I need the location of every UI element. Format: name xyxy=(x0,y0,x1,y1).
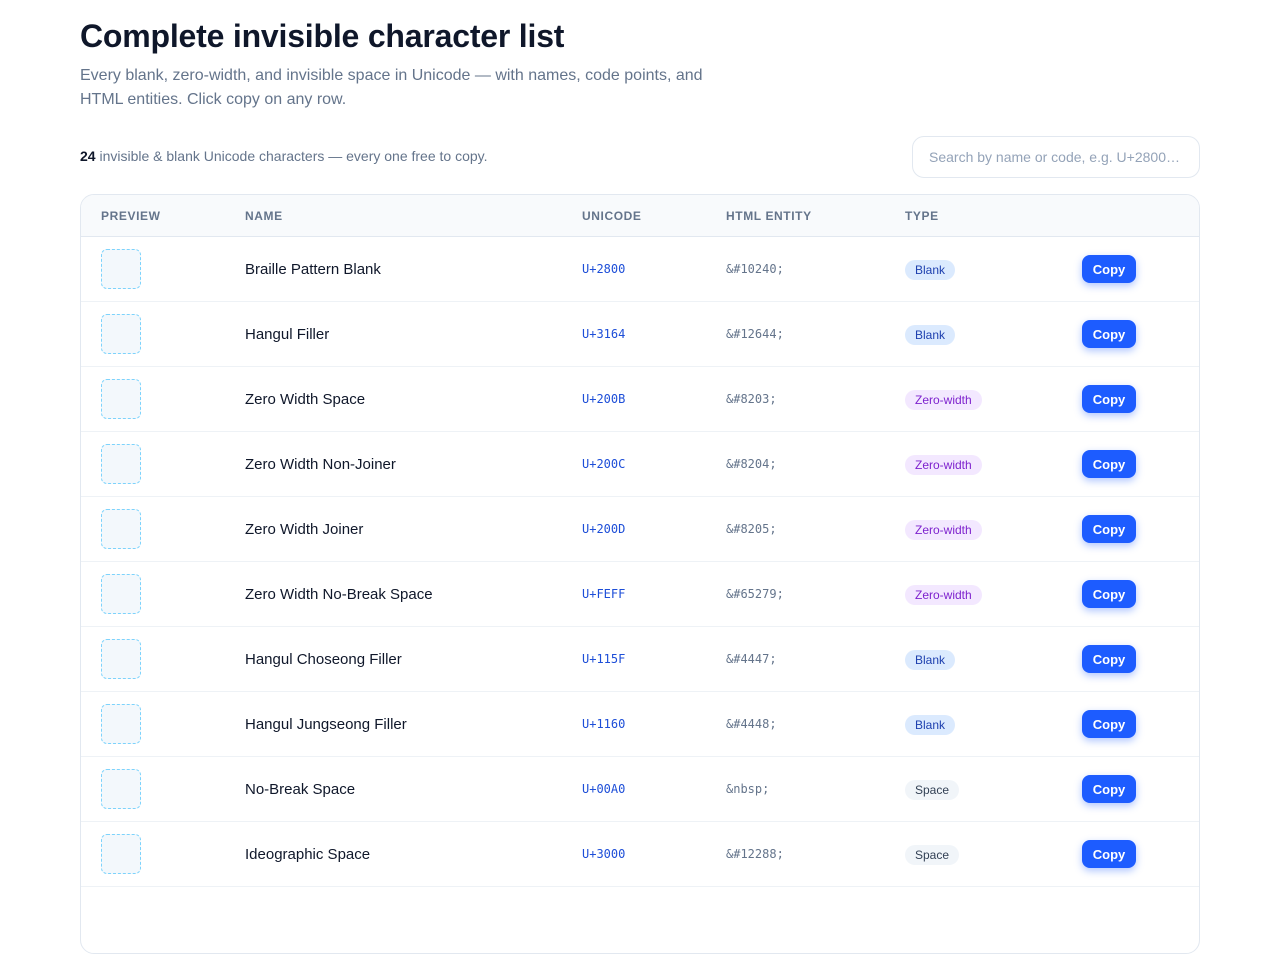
html-entity: &#10240; xyxy=(726,262,784,276)
html-entity: &#65279; xyxy=(726,587,784,601)
count-number: 24 xyxy=(80,148,96,164)
copy-button[interactable]: Copy xyxy=(1082,385,1136,413)
character-preview xyxy=(101,574,141,614)
table-body: Braille Pattern Blank U+2800 &#10240; Blank… xyxy=(81,237,1199,887)
unicode-code-point: U+200C xyxy=(582,457,626,471)
html-entity: &#12288; xyxy=(726,847,784,861)
column-header-type: Type xyxy=(905,209,939,223)
column-header-html-entity: HTML Entity xyxy=(726,209,812,223)
character-name: Ideographic Space xyxy=(245,846,371,863)
character-preview xyxy=(101,704,141,744)
type-badge: Zero-width xyxy=(905,585,982,605)
column-header-preview: Preview xyxy=(101,209,161,223)
column-header-name: Name xyxy=(245,209,283,223)
type-badge: Zero-width xyxy=(905,390,982,410)
table-row: Zero Width Joiner U+200D &#8205; Zero-width… xyxy=(81,497,1199,562)
html-entity: &#8203; xyxy=(726,392,777,406)
character-table: Preview Name Unicode HTML Entity Type Br… xyxy=(80,194,1200,954)
type-badge: Space xyxy=(905,780,960,800)
type-badge: Blank xyxy=(905,260,956,280)
html-entity: &#12644; xyxy=(726,327,784,341)
unicode-code-point: U+3164 xyxy=(582,327,626,341)
unicode-code-point: U+115F xyxy=(582,652,626,666)
html-entity: &#8205; xyxy=(726,522,777,536)
page-subtitle: Every blank, zero-width, and invisible s… xyxy=(80,67,703,108)
copy-button[interactable]: Copy xyxy=(1082,710,1136,738)
html-entity: &#4447; xyxy=(726,652,777,666)
unicode-code-point: U+200D xyxy=(582,522,626,536)
unicode-code-point: U+00A0 xyxy=(582,782,626,796)
table-row: No-Break Space U+00A0 &nbsp; Space Copy xyxy=(81,757,1199,822)
copy-button[interactable]: Copy xyxy=(1082,515,1136,543)
table-row: Hangul Jungseong Filler U+1160 &#4448; Blan… xyxy=(81,692,1199,757)
character-name: Zero Width Space xyxy=(245,391,366,408)
table-row: Hangul Choseong Filler U+115F &#4447; Blank… xyxy=(81,627,1199,692)
type-badge: Zero-width xyxy=(905,520,982,540)
character-name: No-Break Space xyxy=(245,781,356,798)
character-preview xyxy=(101,769,141,809)
table-row: Ideographic Space U+3000 &#12288; Space Copy xyxy=(81,822,1199,887)
copy-button[interactable]: Copy xyxy=(1082,580,1136,608)
search-input[interactable] xyxy=(912,136,1200,178)
table-header: Preview Name Unicode HTML Entity Type xyxy=(81,195,1199,237)
copy-button[interactable]: Copy xyxy=(1082,255,1136,283)
unicode-code-point: U+200B xyxy=(582,392,626,406)
table-row: Zero Width Space U+200B &#8203; Zero-width C… xyxy=(81,367,1199,432)
table-row: Zero Width No-Break Space U+FEFF &#65279; Z… xyxy=(81,562,1199,627)
character-name: Zero Width Joiner xyxy=(245,521,364,538)
type-badge: Zero-width xyxy=(905,455,982,475)
copy-button[interactable]: Copy xyxy=(1082,645,1136,673)
character-count: 24 invisible & blank Unicode characters … xyxy=(80,148,488,164)
copy-button[interactable]: Copy xyxy=(1082,775,1136,803)
type-badge: Blank xyxy=(905,650,956,670)
character-preview xyxy=(101,379,141,419)
copy-button[interactable]: Copy xyxy=(1082,840,1136,868)
character-preview xyxy=(101,249,141,289)
type-badge: Space xyxy=(905,845,960,865)
table-row: Zero Width Non-Joiner U+200C &#8204; Zero-w… xyxy=(81,432,1199,497)
character-preview xyxy=(101,444,141,484)
character-name: Zero Width No-Break Space xyxy=(245,586,433,603)
character-preview xyxy=(101,314,141,354)
copy-button[interactable]: Copy xyxy=(1082,450,1136,478)
copy-button[interactable]: Copy xyxy=(1082,320,1136,348)
unicode-code-point: U+2800 xyxy=(582,262,626,276)
character-preview xyxy=(101,509,141,549)
html-entity: &nbsp; xyxy=(726,782,770,796)
unicode-code-point: U+3000 xyxy=(582,847,626,861)
table-row: Hangul Filler U+3164 &#12644; Blank Copy xyxy=(81,302,1199,367)
column-header-unicode: Unicode xyxy=(582,209,642,223)
character-name: Hangul Filler xyxy=(245,326,330,343)
page-title: Complete invisible character list xyxy=(80,18,565,54)
character-preview xyxy=(101,834,141,874)
unicode-code-point: U+1160 xyxy=(582,717,626,731)
html-entity: &#4448; xyxy=(726,717,777,731)
count-text: invisible & blank Unicode characters — e… xyxy=(95,148,488,164)
html-entity: &#8204; xyxy=(726,457,777,471)
table-row: Braille Pattern Blank U+2800 &#10240; Blank… xyxy=(81,237,1199,302)
type-badge: Blank xyxy=(905,325,956,345)
character-name: Hangul Choseong Filler xyxy=(245,651,402,668)
character-name: Hangul Jungseong Filler xyxy=(245,716,407,733)
character-name: Braille Pattern Blank xyxy=(245,261,381,278)
character-name: Zero Width Non-Joiner xyxy=(245,456,396,473)
type-badge: Blank xyxy=(905,715,956,735)
unicode-code-point: U+FEFF xyxy=(582,587,626,601)
character-preview xyxy=(101,639,141,679)
